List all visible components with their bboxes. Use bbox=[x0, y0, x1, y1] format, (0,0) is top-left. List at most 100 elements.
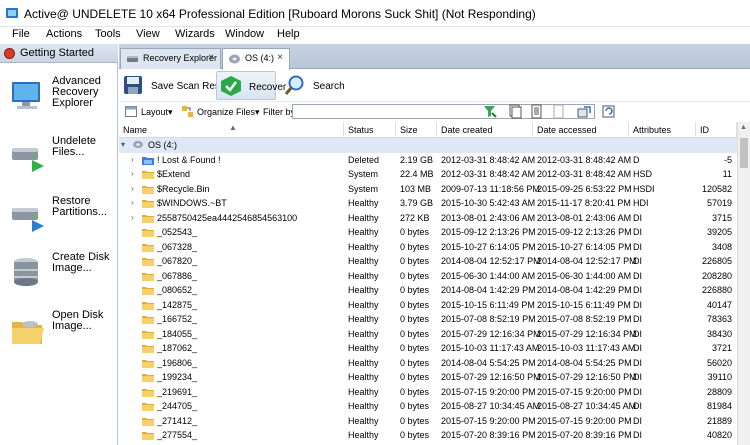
table-row[interactable]: › $WINDOWS.~BT Healthy 3.79 GB 2015-10-30 5:… bbox=[119, 196, 737, 211]
document-icon[interactable] bbox=[529, 104, 544, 119]
cell-date-created: 2015-06-30 1:44:00 AM bbox=[441, 270, 536, 281]
table-row[interactable]: _271412_ Healthy 0 bytes 2015-07-15 9:20:00… bbox=[119, 414, 737, 429]
column-header-size[interactable]: Size bbox=[396, 122, 437, 138]
table-row[interactable]: _219691_ Healthy 0 bytes 2015-07-15 9:20:00… bbox=[119, 385, 737, 400]
cell-name: _142875_ bbox=[157, 299, 198, 310]
copy-icon[interactable] bbox=[507, 104, 522, 119]
cell-size: 0 bytes bbox=[400, 299, 430, 310]
menu-window[interactable]: Window bbox=[225, 27, 264, 43]
cell-name: _184055_ bbox=[157, 328, 198, 339]
menu-help[interactable]: Help bbox=[277, 27, 300, 43]
table-row[interactable]: _166752_ Healthy 0 bytes 2015-07-08 8:52:19… bbox=[119, 312, 737, 327]
open-disk-image-button[interactable]: Open Disk Image... bbox=[0, 308, 118, 366]
folder-icon bbox=[142, 417, 154, 426]
cell-date-created: 2015-09-12 2:13:26 PM bbox=[441, 227, 536, 237]
expand-icon[interactable]: › bbox=[131, 153, 134, 167]
search-button[interactable]: Search bbox=[281, 71, 345, 100]
table-row[interactable]: › 2558750425ea4442546854563100 Healthy 272 … bbox=[119, 211, 737, 226]
menu-view[interactable]: View bbox=[136, 27, 160, 43]
menu-wizards[interactable]: Wizards bbox=[175, 27, 215, 43]
collapse-icon[interactable]: ▾ bbox=[121, 138, 125, 152]
table-row[interactable]: _277554_ Healthy 0 bytes 2015-07-20 8:39:16… bbox=[119, 428, 737, 443]
create-disk-image-button[interactable]: Create Disk Image... bbox=[0, 250, 118, 308]
cell-status: Healthy bbox=[348, 328, 379, 339]
table-row[interactable]: _067820_ Healthy 0 bytes 2014-08-04 12:52:1… bbox=[119, 254, 737, 269]
cell-date-created: 2012-03-31 8:48:42 AM bbox=[441, 169, 536, 179]
panel-header: Getting Started bbox=[0, 44, 118, 63]
table-row[interactable]: › $Extend System 22.4 MB 2012-03-31 8:48:42 … bbox=[119, 167, 737, 182]
apply-filter-icon[interactable] bbox=[482, 104, 497, 119]
close-icon[interactable]: × bbox=[277, 52, 283, 63]
table-row[interactable]: _244705_ Healthy 0 bytes 2015-08-27 10:34:4… bbox=[119, 399, 737, 414]
layout-dropdown[interactable]: Layout▾ bbox=[141, 104, 173, 120]
vertical-scrollbar[interactable]: ▲ bbox=[737, 122, 750, 445]
cell-status: Healthy bbox=[348, 285, 379, 295]
cell-attributes: DI bbox=[633, 415, 642, 426]
expand-icon[interactable]: › bbox=[131, 211, 134, 225]
table-row[interactable]: _080652_ Healthy 0 bytes 2014-08-04 1:42:29… bbox=[119, 283, 737, 298]
cell-status: Healthy bbox=[348, 415, 379, 426]
expand-icon[interactable]: › bbox=[131, 196, 134, 210]
left-item-label: Open Disk Image... bbox=[52, 309, 104, 332]
column-header-id[interactable]: ID bbox=[696, 122, 737, 138]
cell-name: $Recycle.Bin bbox=[157, 183, 210, 194]
table-row[interactable]: _067328_ Healthy 0 bytes 2015-10-27 6:14:05… bbox=[119, 240, 737, 255]
cell-attributes: DI bbox=[633, 343, 642, 353]
cell-size: 0 bytes bbox=[400, 256, 430, 266]
table-row[interactable]: › ! Lost & Found ! Deleted 2.19 GB 2012-03-3… bbox=[119, 153, 737, 168]
expand-icon[interactable]: › bbox=[131, 182, 134, 196]
column-header-date-accessed[interactable]: Date accessed bbox=[533, 122, 629, 138]
cell-name: _219691_ bbox=[157, 386, 198, 397]
cell-attributes: DI bbox=[633, 299, 642, 310]
table-row[interactable]: _142875_ Healthy 0 bytes 2015-10-15 6:11:49… bbox=[119, 298, 737, 313]
expand-icon[interactable]: › bbox=[131, 167, 134, 181]
table-row[interactable]: _184055_ Healthy 0 bytes 2015-07-29 12:16:3… bbox=[119, 327, 737, 342]
cell-attributes: DI bbox=[633, 328, 642, 339]
table-row[interactable]: _187062_ Healthy 0 bytes 2015-10-03 11:17:4… bbox=[119, 341, 737, 356]
table-row[interactable]: › $Recycle.Bin System 103 MB 2009-07-13 11:1… bbox=[119, 182, 737, 197]
menu-actions[interactable]: Actions bbox=[46, 27, 82, 43]
refresh-icon[interactable] bbox=[601, 104, 616, 119]
menu-file[interactable]: File bbox=[12, 27, 30, 43]
recover-button[interactable]: Recover bbox=[216, 71, 286, 100]
column-header-name[interactable]: Name ▲ bbox=[119, 122, 344, 138]
folder-icon bbox=[142, 171, 154, 179]
undelete-files-button[interactable]: Undelete Files... bbox=[0, 134, 118, 192]
folder-icon bbox=[142, 287, 154, 295]
scrollbar-thumb[interactable] bbox=[740, 138, 748, 168]
cell-date-accessed: 2015-10-27 6:14:05 PM bbox=[537, 241, 632, 252]
restore-partitions-button[interactable]: Restore Partitions... bbox=[0, 194, 118, 252]
cell-date-accessed: 2015-10-03 11:17:43 AM bbox=[537, 343, 636, 353]
cell-date-accessed: 2012-03-31 8:48:42 AM bbox=[537, 169, 632, 179]
column-header-attributes[interactable]: Attributes bbox=[629, 122, 696, 138]
table-row[interactable]: _067886_ Healthy 0 bytes 2015-06-30 1:44:00… bbox=[119, 269, 737, 284]
cell-status: Healthy bbox=[348, 212, 379, 223]
tab-os-drive[interactable]: OS (4:) × bbox=[222, 48, 290, 70]
cell-date-created: 2015-07-15 9:20:00 PM bbox=[441, 415, 536, 426]
tab-recovery-explorer[interactable]: Recovery Explorer × bbox=[120, 48, 221, 69]
column-header-date-created[interactable]: Date created bbox=[437, 122, 533, 138]
filter-input[interactable] bbox=[292, 104, 595, 119]
table-row[interactable]: _199234_ Healthy 0 bytes 2015-07-29 12:16:5… bbox=[119, 370, 737, 385]
cell-size: 272 KB bbox=[400, 212, 430, 223]
blank-document-icon[interactable] bbox=[551, 104, 566, 119]
folder-icon bbox=[142, 214, 154, 223]
drive-row[interactable]: ▾ OS (4:) bbox=[119, 138, 737, 153]
save-scan-results-button[interactable]: Save Scan Results bbox=[119, 71, 236, 100]
table-row[interactable]: _052543_ Healthy 0 bytes 2015-09-12 2:13:26… bbox=[119, 225, 737, 240]
cell-date-accessed: 2014-08-04 12:52:17 PM bbox=[537, 256, 637, 266]
table-row[interactable]: _196806_ Healthy 0 bytes 2014-08-04 5:54:25… bbox=[119, 356, 737, 371]
cell-date-accessed: 2015-08-27 10:34:45 AM bbox=[537, 401, 637, 411]
left-item-label: Advanced Recovery Explorer bbox=[52, 75, 101, 109]
column-header-status[interactable]: Status bbox=[344, 122, 396, 138]
export-icon[interactable] bbox=[577, 104, 592, 119]
close-icon[interactable]: × bbox=[208, 52, 214, 63]
close-panel-icon[interactable] bbox=[4, 48, 15, 59]
cell-id: 38430 bbox=[706, 328, 732, 339]
cell-attributes: DI bbox=[633, 430, 642, 440]
advanced-recovery-explorer-button[interactable]: Advanced Recovery Explorer bbox=[0, 74, 118, 132]
cell-attributes: D bbox=[633, 154, 640, 165]
menu-tools[interactable]: Tools bbox=[95, 27, 121, 43]
scroll-up-icon[interactable]: ▲ bbox=[740, 124, 747, 131]
organize-files-dropdown[interactable]: Organize Files▾ bbox=[197, 104, 260, 120]
